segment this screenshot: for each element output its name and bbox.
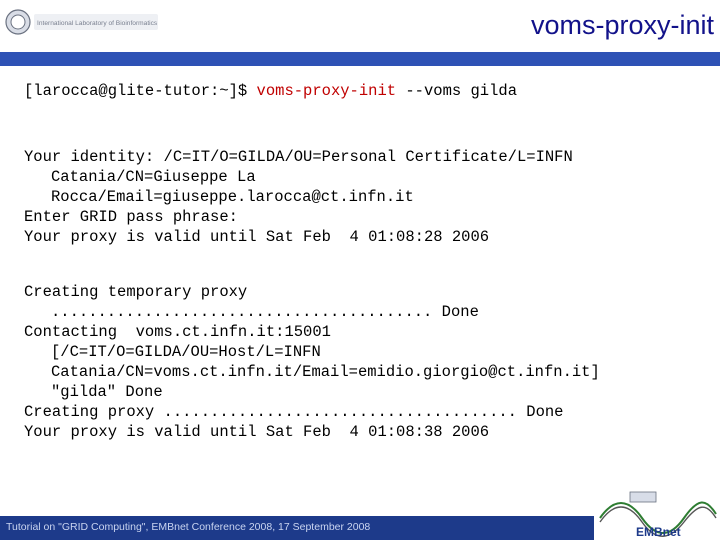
output-line: Catania/CN=Giuseppe La bbox=[51, 168, 256, 186]
output-line: Contacting voms.ct.infn.it:15001 bbox=[24, 323, 331, 341]
output-line: [/C=IT/O=GILDA/OU=Host/L=INFN bbox=[51, 343, 321, 361]
embnet-logo: EMBnet bbox=[594, 491, 720, 540]
output-line: Your proxy is valid until Sat Feb 4 01:0… bbox=[24, 228, 490, 246]
output-line: Your identity: /C=IT/O=GILDA/OU=Personal… bbox=[24, 148, 573, 166]
output-line: ........................................… bbox=[51, 303, 479, 321]
command-line: [larocca@glite-tutor:~]$ voms-proxy-init… bbox=[24, 81, 517, 101]
output-line: Creating temporary proxy bbox=[24, 283, 248, 301]
slide-title: voms-proxy-init bbox=[530, 10, 714, 40]
embnet-logo-text: EMBnet bbox=[636, 525, 681, 539]
title-rule bbox=[0, 52, 720, 66]
output-line: Rocca/Email=giuseppe.larocca@ct.infn.it bbox=[51, 188, 414, 206]
output-line: Enter GRID pass phrase: bbox=[24, 208, 238, 226]
output-line: Catania/CN=voms.ct.infn.it/Email=emidio.… bbox=[51, 363, 600, 381]
output-line: Creating proxy .........................… bbox=[24, 403, 564, 421]
logo-text: International Laboratory of Bioinformati… bbox=[37, 20, 158, 27]
output-line: Your proxy is valid until Sat Feb 4 01:0… bbox=[24, 423, 490, 441]
output-block-proxy: Creating temporary proxy................… bbox=[24, 262, 600, 442]
command-args: --voms gilda bbox=[396, 82, 517, 100]
prompt: [larocca@glite-tutor:~]$ bbox=[24, 82, 257, 100]
footer-text: Tutorial on "GRID Computing", EMBnet Con… bbox=[6, 521, 371, 533]
command-name: voms-proxy-init bbox=[256, 82, 397, 100]
output-block-identity: Your identity: /C=IT/O=GILDA/OU=Personal… bbox=[24, 127, 573, 247]
output-line: "gilda" Done bbox=[51, 383, 163, 401]
logo: International Laboratory of Bioinformati… bbox=[5, 9, 158, 35]
